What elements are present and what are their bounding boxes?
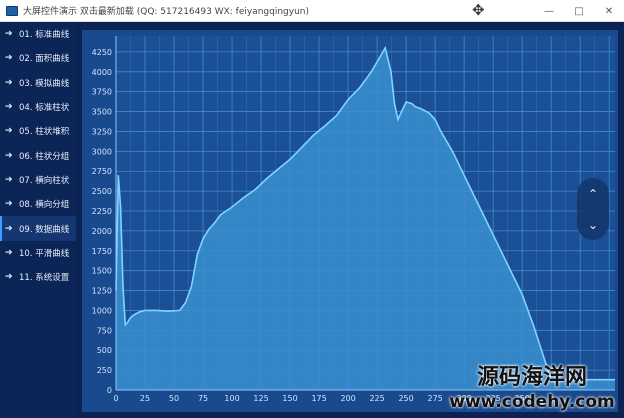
arrow-right-icon: ➔ [5, 126, 13, 137]
arrow-right-icon: ➔ [5, 77, 13, 88]
sidebar-item-08[interactable]: ➔ 08. 横向分组 [0, 192, 76, 216]
arrow-right-icon: ➔ [5, 272, 13, 283]
y-tick-label: 2250 [92, 207, 112, 216]
sidebar-item-label: 01. 标准曲线 [19, 30, 70, 41]
sidebar-item-label: 06. 柱状分组 [19, 151, 70, 162]
y-tick-label: 1500 [92, 267, 112, 276]
sidebar-item-01[interactable]: ➔ 01. 标准曲线 [0, 22, 76, 46]
sidebar-item-label: 04. 标准柱状 [19, 103, 70, 114]
watermark-url: www.codehy.com [449, 392, 615, 412]
arrow-right-icon: ➔ [5, 29, 13, 40]
y-tick-label: 2500 [92, 187, 112, 196]
sidebar-item-label: 11. 系统设置 [19, 273, 70, 284]
sidebar-item-label: 10. 平滑曲线 [19, 248, 70, 259]
y-tick-label: 1000 [92, 306, 112, 315]
sidebar-item-label: 07. 横向柱状 [19, 175, 70, 186]
sidebar-item-04[interactable]: ➔ 04. 标准柱状 [0, 95, 76, 119]
sidebar-item-label: 08. 横向分组 [19, 200, 70, 211]
x-tick-label: 0 [113, 394, 118, 403]
arrow-right-icon: ➔ [5, 102, 13, 113]
x-tick-label: 200 [340, 394, 355, 403]
title-bar: 大屏控件演示 双击最新加载 (QQ: 517216493 WX: feiyang… [0, 0, 624, 22]
move-icon[interactable]: ✥ [472, 2, 485, 18]
arrow-right-icon: ➔ [5, 247, 13, 258]
x-tick-label: 50 [169, 394, 179, 403]
app-icon [6, 5, 18, 16]
arrow-right-icon: ➔ [5, 223, 13, 234]
minimize-button[interactable]: — [534, 0, 564, 22]
y-tick-label: 3500 [92, 108, 112, 117]
arrow-right-icon: ➔ [5, 150, 13, 161]
window-controls: — □ ✕ [534, 0, 624, 22]
window-title: 大屏控件演示 双击最新加载 (QQ: 517216493 WX: feiyang… [23, 7, 309, 17]
watermark: 源码海洋网 www.codehy.com [440, 365, 624, 418]
sidebar-item-06[interactable]: ➔ 06. 柱状分组 [0, 143, 76, 167]
sidebar-item-11[interactable]: ➔ 11. 系统设置 [0, 265, 76, 289]
y-tick-label: 2000 [92, 227, 112, 236]
scroll-down-icon[interactable]: ⌄ [588, 219, 598, 231]
sidebar-item-10[interactable]: ➔ 10. 平滑曲线 [0, 241, 76, 265]
y-tick-label: 1750 [92, 247, 112, 256]
scroll-control: ⌃ ⌄ [577, 178, 609, 240]
x-tick-label: 250 [398, 394, 413, 403]
y-tick-label: 750 [97, 326, 112, 335]
sidebar-item-09[interactable]: ➔ 09. 数据曲线 [0, 216, 76, 241]
x-tick-label: 100 [224, 394, 239, 403]
x-tick-label: 150 [282, 394, 297, 403]
x-tick-label: 125 [253, 394, 268, 403]
sidebar-item-label: 05. 柱状堆积 [19, 127, 70, 138]
y-tick-label: 4000 [92, 68, 112, 77]
chart-panel: 0 250 500 750 1000 1250 1500 1750 2000 2250 2500 27… [82, 30, 618, 412]
y-tick-label: 0 [107, 386, 112, 395]
y-tick-label: 3250 [92, 127, 112, 136]
arrow-right-icon: ➔ [5, 53, 13, 64]
sidebar-item-label: 02. 面积曲线 [19, 54, 70, 65]
y-tick-label: 1250 [92, 287, 112, 296]
maximize-button[interactable]: □ [564, 0, 594, 22]
sidebar-item-label: 03. 模拟曲线 [19, 78, 70, 89]
y-tick-label: 2750 [92, 167, 112, 176]
x-tick-label: 75 [198, 394, 208, 403]
watermark-title: 源码海洋网 [476, 365, 587, 390]
y-tick-label: 500 [97, 346, 112, 355]
arrow-right-icon: ➔ [5, 199, 13, 210]
sidebar-item-05[interactable]: ➔ 05. 柱状堆积 [0, 119, 76, 143]
x-tick-label: 25 [140, 394, 150, 403]
sidebar-item-02[interactable]: ➔ 02. 面积曲线 [0, 46, 76, 70]
close-button[interactable]: ✕ [594, 0, 624, 22]
y-tick-label: 3000 [92, 147, 112, 156]
area-chart[interactable]: 0250500750100012501500175020002250250027… [82, 30, 618, 412]
arrow-right-icon: ➔ [5, 174, 13, 185]
y-tick-label: 250 [97, 366, 112, 375]
x-tick-label: 175 [311, 394, 326, 403]
y-tick-label: 4250 [92, 48, 112, 57]
sidebar-item-03[interactable]: ➔ 03. 模拟曲线 [0, 71, 76, 95]
scroll-up-icon[interactable]: ⌃ [588, 188, 598, 200]
sidebar-item-label: 09. 数据曲线 [19, 224, 70, 235]
y-tick-label: 3750 [92, 88, 112, 97]
x-tick-label: 225 [369, 394, 384, 403]
sidebar-nav: ➔ 01. 标准曲线 ➔ 02. 面积曲线 ➔ 03. 模拟曲线 ➔ 04. 标准柱状 ➔ 05.… [0, 22, 76, 418]
sidebar-item-07[interactable]: ➔ 07. 横向柱状 [0, 168, 76, 192]
